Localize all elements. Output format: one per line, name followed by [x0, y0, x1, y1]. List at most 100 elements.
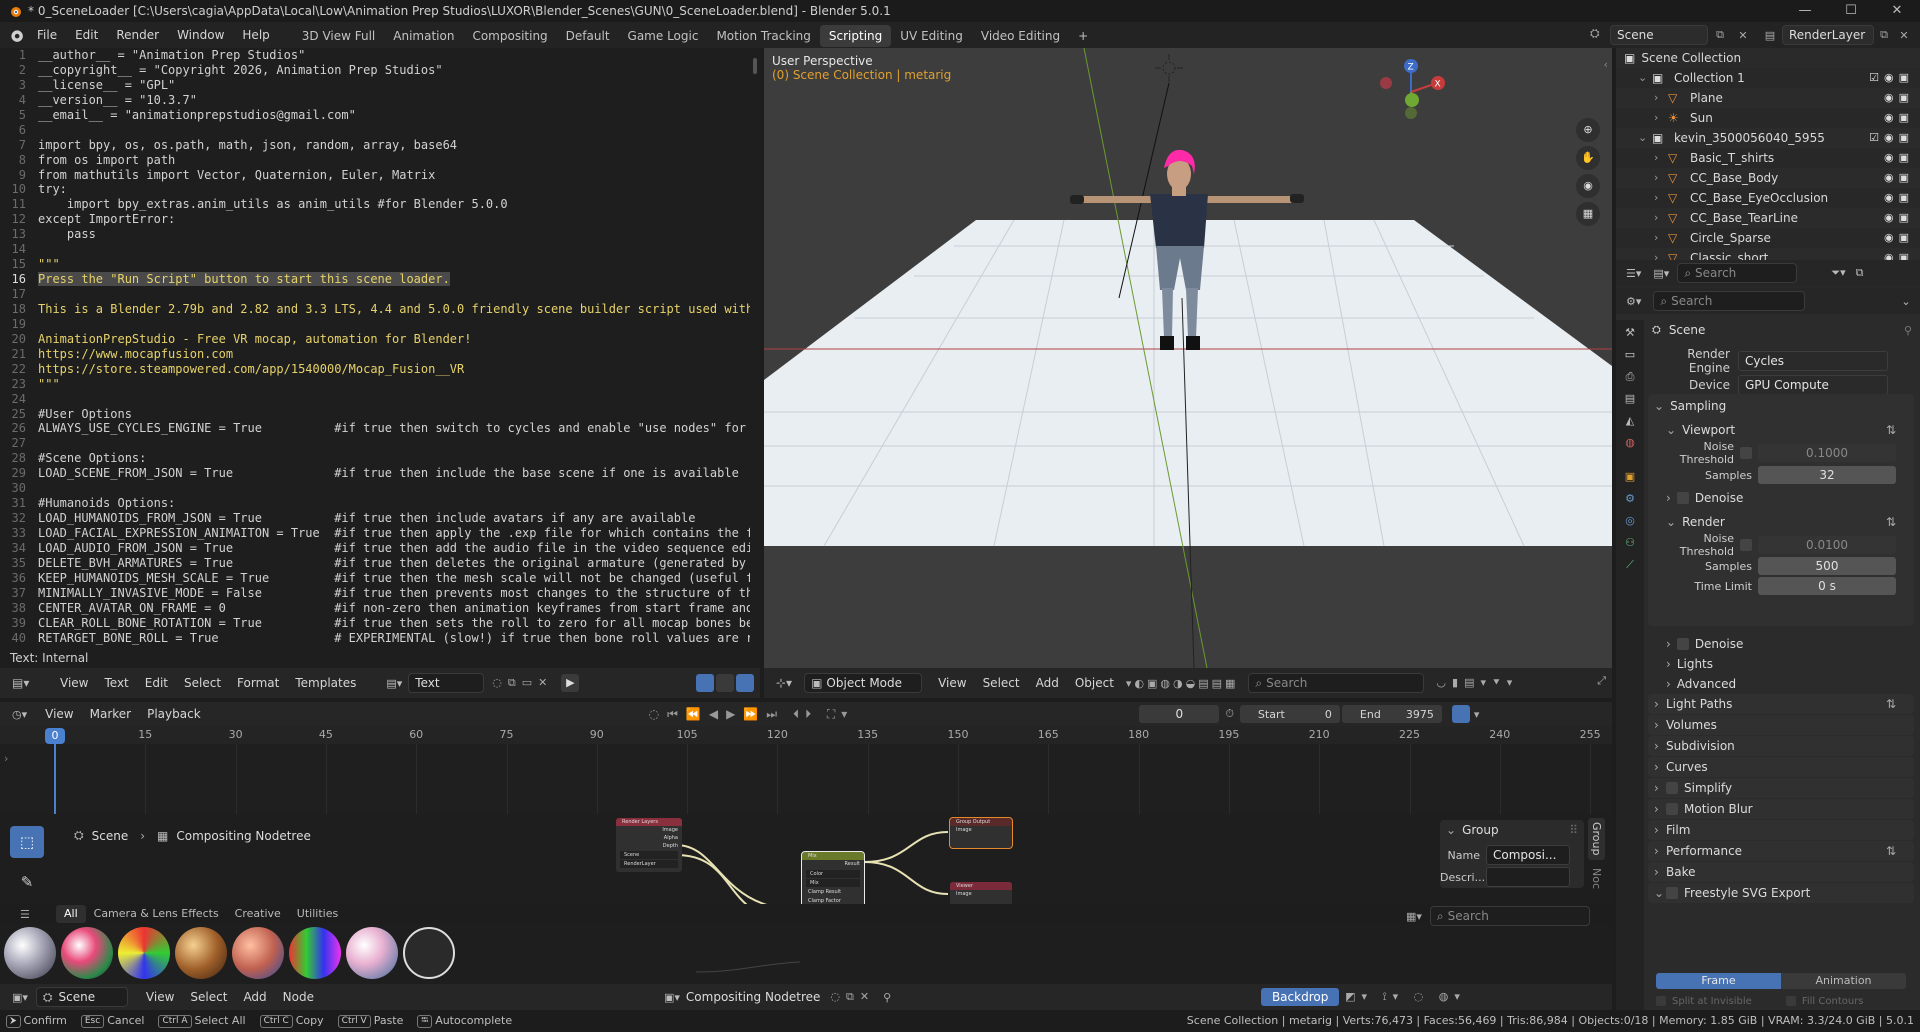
section-enable-checkbox[interactable]: [1666, 782, 1678, 794]
keying-options-icon[interactable]: ▾: [1474, 708, 1480, 721]
preset-icon[interactable]: ⇅: [1886, 694, 1896, 714]
node-menu-node[interactable]: Node: [275, 984, 322, 1010]
3d-viewport[interactable]: User Perspective (0) Scene Collection | …: [764, 48, 1612, 668]
camera-icon[interactable]: ▣: [1899, 231, 1914, 244]
code-line[interactable]: 4 __version__ = "10.3.7": [0, 93, 756, 108]
asset-thumbnail[interactable]: [4, 927, 56, 979]
editor-type-icon[interactable]: ▤▾: [12, 676, 38, 690]
code-line[interactable]: 25 #User Options: [0, 407, 756, 422]
node-sidebar-tab[interactable]: Noc: [1588, 864, 1605, 893]
code-line[interactable]: 35 DELETE_BVH_ARMATURES = True #if true t…: [0, 556, 756, 571]
section-subdivision[interactable]: › Subdivision: [1648, 736, 1914, 756]
code-line[interactable]: 5 __email__ = "animationprepstudios@gmail…: [0, 108, 756, 123]
outliner-item[interactable]: › ▽ Circle_Sparse ◉▣: [1616, 228, 1920, 248]
node-editor[interactable]: Render Layers Image Alpha Depth Scene Re…: [0, 814, 1612, 984]
code-line[interactable]: 15 """: [0, 257, 756, 272]
code-line[interactable]: 37 MINIMALLY_INVASIVE_MODE = False #if tr…: [0, 586, 756, 601]
device-dropdown[interactable]: GPU Compute: [1738, 375, 1888, 395]
viewport-search[interactable]: ⌕ Search: [1248, 673, 1425, 693]
frame-tab[interactable]: Frame: [1656, 973, 1781, 989]
code-line[interactable]: 28 #Scene Options:: [0, 451, 756, 466]
preset-icon[interactable]: ⇅: [1886, 510, 1896, 534]
render-engine-dropdown[interactable]: Cycles: [1738, 351, 1888, 371]
animation-tab[interactable]: Animation: [1781, 973, 1906, 989]
view-layer-selector[interactable]: RenderLayer: [1782, 25, 1874, 45]
asset-tab-creative[interactable]: Creative: [227, 905, 289, 923]
text-editor[interactable]: 1 __author__ = "Animation Prep Studios" 2 _…: [0, 48, 760, 648]
code-line[interactable]: 1 __author__ = "Animation Prep Studios": [0, 48, 756, 63]
start-frame-field[interactable]: Start 0: [1239, 705, 1340, 723]
playhead-frame-label[interactable]: 0: [45, 728, 65, 744]
section-light-paths[interactable]: › Light Paths ⇅: [1648, 694, 1914, 714]
text-menu-view[interactable]: View: [52, 670, 96, 696]
tab-scripting[interactable]: Scripting: [819, 25, 892, 47]
view-layer-tab-icon[interactable]: ▤: [1616, 392, 1644, 414]
expand-chevron-icon[interactable]: ›: [1654, 108, 1668, 128]
code-line[interactable]: 39 CLEAR_ROLL_BONE_ROTATION = True #if tr…: [0, 616, 756, 631]
code-line[interactable]: 26 ALWAYS_USE_CYCLES_ENGINE = True #if tr…: [0, 421, 756, 436]
code-line[interactable]: 31 #Humanoids Options:: [0, 496, 756, 511]
section-bake[interactable]: › Bake: [1648, 862, 1914, 882]
asset-thumbnail[interactable]: [289, 927, 341, 979]
pin-icon[interactable]: ⚲: [1904, 324, 1912, 337]
pan-hand-icon[interactable]: ✋: [1576, 146, 1600, 170]
eye-icon[interactable]: ◉: [1884, 91, 1899, 104]
render-samples-field[interactable]: 500: [1758, 557, 1896, 575]
end-frame-field[interactable]: End 3975: [1341, 705, 1442, 723]
outliner-search[interactable]: ⌕ Search: [1677, 263, 1798, 283]
code-line[interactable]: 8 from os import path: [0, 153, 756, 168]
shading-buttons[interactable]: ▾◐▣◍◑◒▤▤▦: [1126, 677, 1239, 690]
blender-menu-icon[interactable]: [8, 27, 24, 43]
menu-window[interactable]: Window: [168, 22, 233, 48]
editor-split-icon[interactable]: ⤢: [1597, 674, 1606, 688]
section-motion-blur[interactable]: › Motion Blur: [1648, 799, 1914, 819]
code-line[interactable]: 36 KEEP_HUMANOIDS_MESH_SCALE = True #if t…: [0, 571, 756, 586]
fill-contours-checkbox[interactable]: [1785, 996, 1796, 1006]
scene-selector[interactable]: Scene: [1610, 25, 1708, 45]
exclude-checkbox[interactable]: ☑: [1869, 131, 1884, 144]
camera-view-icon[interactable]: ◉: [1576, 174, 1600, 198]
asset-search[interactable]: ⌕ Search: [1429, 906, 1590, 926]
section-enable-checkbox[interactable]: [1666, 887, 1678, 899]
asset-thumbnail[interactable]: [403, 927, 455, 979]
mode-selector[interactable]: ▣ Object Mode: [804, 673, 923, 693]
neg-y-axis-icon[interactable]: [1405, 107, 1417, 119]
code-line[interactable]: 22 https://store.steampowered.com/app/154…: [0, 362, 756, 377]
section-volumes[interactable]: › Volumes: [1648, 715, 1914, 735]
syntax-highlight-toggle[interactable]: [736, 674, 754, 692]
maximize-button[interactable]: ☐: [1828, 0, 1874, 22]
viewport-denoise-subpanel[interactable]: › Denoise: [1648, 486, 1914, 510]
render-layers-node[interactable]: Render Layers Image Alpha Depth Scene Re…: [616, 818, 682, 872]
outliner-item[interactable]: › ▽ Plane ◉▣: [1616, 88, 1920, 108]
object-tab-icon[interactable]: ▣: [1616, 470, 1644, 492]
section-freestyle-svg-export[interactable]: ⌄ Freestyle SVG Export: [1648, 883, 1914, 903]
code-line[interactable]: 30: [0, 481, 756, 496]
render-subpanel[interactable]: ⌄ Render ⇅: [1648, 510, 1914, 534]
asset-tab-camera-lens-effects[interactable]: Camera & Lens Effects: [86, 905, 227, 923]
group-output-node[interactable]: Group Output Image: [949, 817, 1013, 849]
expand-chevron-icon[interactable]: ›: [1654, 228, 1668, 248]
editor-type-icon[interactable]: ⚙▾: [1626, 295, 1641, 308]
backdrop-toggle[interactable]: Backdrop: [1261, 988, 1340, 1006]
group-sidebar-tab[interactable]: Group: [1588, 818, 1605, 860]
render-noise-threshold-field[interactable]: 0.0100: [1758, 536, 1896, 554]
text-name-field[interactable]: Text: [408, 673, 485, 693]
code-line[interactable]: 34 LOAD_AUDIO_FROM_JSON = True #if true t…: [0, 541, 756, 556]
section-film[interactable]: › Film: [1648, 820, 1914, 840]
editor-type-icon[interactable]: ◷▾: [12, 708, 27, 721]
mix-node[interactable]: Mix Result Color Mix Clamp Result Clamp …: [801, 851, 865, 911]
render-tab-icon[interactable]: ▭: [1616, 348, 1644, 370]
text-menu-text[interactable]: Text: [96, 670, 136, 696]
collapse-chevron-icon[interactable]: ⌄: [1638, 128, 1652, 148]
expand-chevron-icon[interactable]: ›: [1654, 208, 1668, 228]
viewport-subpanel[interactable]: ⌄ Viewport ⇅: [1648, 418, 1914, 442]
auto-keying-toggle[interactable]: [1451, 705, 1470, 723]
node-tree-type-icon[interactable]: ▣▾: [664, 991, 680, 1004]
code-line[interactable]: 24: [0, 392, 756, 407]
time-limit-field[interactable]: 0 s: [1758, 577, 1896, 595]
text-menu-select[interactable]: Select: [176, 670, 229, 696]
node-tree-name[interactable]: Compositing Nodetree: [686, 990, 821, 1004]
eye-icon[interactable]: ◉: [1884, 171, 1899, 184]
timeline-ruler[interactable]: 15 30 45 60 75 90 105 120 135 150 165 180 195 210 225 2…: [0, 726, 1612, 744]
eye-icon[interactable]: ◉: [1884, 111, 1899, 124]
